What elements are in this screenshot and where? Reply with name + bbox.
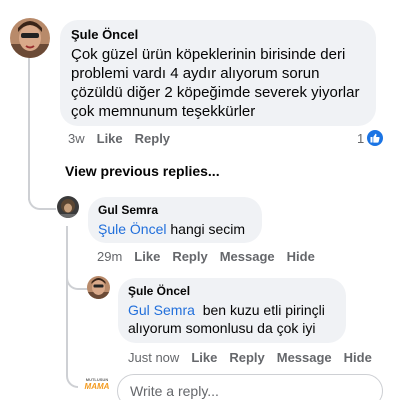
mention-link[interactable]: Şule Öncel: [98, 221, 166, 237]
thread-connector-reply1: [28, 196, 56, 210]
view-previous-replies-link[interactable]: View previous replies...: [65, 163, 220, 179]
comment-like-button[interactable]: Like: [97, 131, 123, 146]
avatar-sule-oncel[interactable]: [10, 18, 50, 58]
reply2-author[interactable]: Şule Öncel: [128, 284, 336, 298]
reply2-like-button[interactable]: Like: [191, 350, 217, 365]
comment-reaction-count[interactable]: 1: [357, 130, 384, 146]
reply2-message-button[interactable]: Message: [277, 350, 332, 365]
logo-text-bottom: MAMA: [84, 382, 110, 391]
reply1-like-button[interactable]: Like: [134, 249, 160, 264]
reply2-hide-button[interactable]: Hide: [344, 350, 372, 365]
reply-bubble-sule-oncel: Şule Öncel Gul Semra ben kuzu etli pirin…: [118, 278, 346, 343]
reply1-message-button[interactable]: Message: [220, 249, 275, 264]
avatar-gul-semra[interactable]: [57, 196, 79, 218]
comment-actions: 3w Like Reply: [68, 131, 170, 146]
page-logo-avatar: MUTLUSUN MAMA: [82, 378, 112, 398]
reply2-reply-button[interactable]: Reply: [229, 350, 264, 365]
reply-bubble-gul-semra: Gul Semra Şule Öncel hangi secim: [88, 197, 262, 243]
reply2-actions: Just now Like Reply Message Hide: [128, 350, 372, 365]
comment-author[interactable]: Şule Öncel: [71, 27, 365, 42]
reply1-hide-button[interactable]: Hide: [287, 249, 315, 264]
reply1-actions: 29m Like Reply Message Hide: [97, 249, 315, 264]
reply-text: hangi secim: [170, 221, 246, 237]
reply1-reply-button[interactable]: Reply: [172, 249, 207, 264]
reply-composer-input[interactable]: Write a reply...: [117, 374, 383, 400]
comment-reply-button[interactable]: Reply: [135, 131, 170, 146]
thread-line-main: [28, 58, 30, 200]
reply2-timestamp[interactable]: Just now: [128, 350, 179, 365]
comment-text: Çok güzel ürün köpeklerinin birisinde de…: [71, 46, 360, 120]
comment-timestamp[interactable]: 3w: [68, 131, 85, 146]
reply2-text-line1: ben kuzu etli pirinçli: [202, 302, 325, 318]
thread-connector-composer: [66, 286, 78, 388]
mention-link[interactable]: Gul Semra: [128, 302, 195, 318]
reaction-count: 1: [357, 130, 365, 146]
comment-bubble: Şule Öncel Çok güzel ürün köpeklerinin b…: [60, 20, 376, 126]
reply1-timestamp[interactable]: 29m: [97, 249, 122, 264]
reply2-text-line2: alıyorum somonlusu da çok iyi: [128, 320, 316, 336]
reply-author[interactable]: Gul Semra: [98, 203, 252, 217]
avatar-sule-oncel-small[interactable]: [87, 276, 110, 299]
like-thumb-icon: [367, 130, 384, 146]
composer-placeholder: Write a reply...: [130, 383, 219, 399]
